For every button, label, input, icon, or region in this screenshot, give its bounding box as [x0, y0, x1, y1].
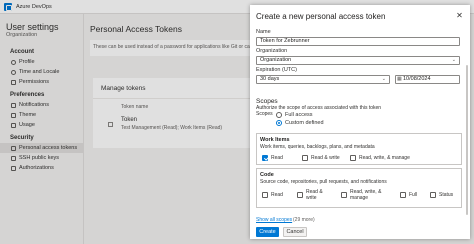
panel-title: Create a new personal access token — [256, 12, 386, 21]
chevron-down-icon: ⌄ — [381, 76, 386, 82]
work-items-manage-label[interactable]: Read, write, & manage — [359, 155, 410, 161]
scopes-title: Scopes — [256, 98, 278, 105]
work-items-read-write-label[interactable]: Read & write — [311, 155, 340, 161]
code-read-checkbox[interactable] — [262, 192, 268, 198]
work-items-manage-checkbox[interactable] — [350, 155, 356, 161]
panel-scrollbar[interactable] — [466, 65, 468, 215]
custom-defined-label[interactable]: Custom defined — [285, 120, 324, 126]
custom-defined-radio[interactable] — [276, 120, 282, 126]
code-read-write-label[interactable]: Read & write — [306, 189, 334, 201]
scopes-label: Scopes — [256, 111, 273, 117]
expiration-date-input[interactable]: ▦ 10/08/2024 — [395, 75, 460, 84]
create-button[interactable]: Create — [256, 227, 279, 237]
code-read-write-checkbox[interactable] — [297, 192, 303, 198]
organization-label: Organization — [256, 48, 288, 54]
code-read-label[interactable]: Read — [271, 192, 283, 198]
scope-title: Work Items — [260, 137, 290, 143]
scope-title: Code — [260, 172, 274, 178]
name-label: Name — [256, 29, 271, 35]
expiration-select[interactable]: 30 days ⌄ — [256, 75, 390, 84]
more-scopes-count: (29 more) — [293, 217, 315, 223]
scope-description: Source code, repositories, pull requests… — [260, 179, 387, 185]
create-token-panel: Create a new personal access token ✕ Nam… — [250, 5, 470, 239]
full-access-label[interactable]: Full access — [285, 112, 313, 118]
code-status-checkbox[interactable] — [430, 192, 436, 198]
chevron-down-icon: ⌄ — [451, 57, 456, 63]
name-input[interactable]: Token for Zebrunner — [256, 37, 460, 46]
work-items-read-checkbox[interactable] — [262, 155, 268, 161]
scope-description: Work items, queries, backlogs, plans, an… — [260, 144, 375, 150]
close-icon[interactable]: ✕ — [455, 11, 464, 20]
full-access-radio[interactable] — [276, 112, 282, 118]
cancel-button[interactable]: Cancel — [283, 227, 307, 237]
expiration-value: 30 days — [260, 76, 280, 82]
expiration-date-value: 10/08/2024 — [403, 76, 431, 82]
organization-value: Organization — [260, 57, 292, 63]
code-manage-checkbox[interactable] — [341, 192, 347, 198]
scope-work-items: Work Items Work items, queries, backlogs… — [256, 133, 462, 165]
show-all-scopes-link[interactable]: Show all scopes — [256, 217, 292, 223]
code-full-label[interactable]: Full — [409, 192, 417, 198]
code-full-checkbox[interactable] — [400, 192, 406, 198]
work-items-read-write-checkbox[interactable] — [302, 155, 308, 161]
work-items-read-label[interactable]: Read — [271, 155, 283, 161]
scope-code: Code Source code, repositories, pull req… — [256, 168, 462, 208]
code-status-label[interactable]: Status — [439, 192, 453, 198]
calendar-icon: ▦ — [397, 76, 402, 82]
code-manage-label[interactable]: Read, write, & manage — [350, 189, 390, 201]
organization-select[interactable]: Organization ⌄ — [256, 56, 460, 65]
expiration-label: Expiration (UTC) — [256, 67, 297, 73]
scopes-description: Authorize the scope of access associated… — [256, 105, 382, 111]
